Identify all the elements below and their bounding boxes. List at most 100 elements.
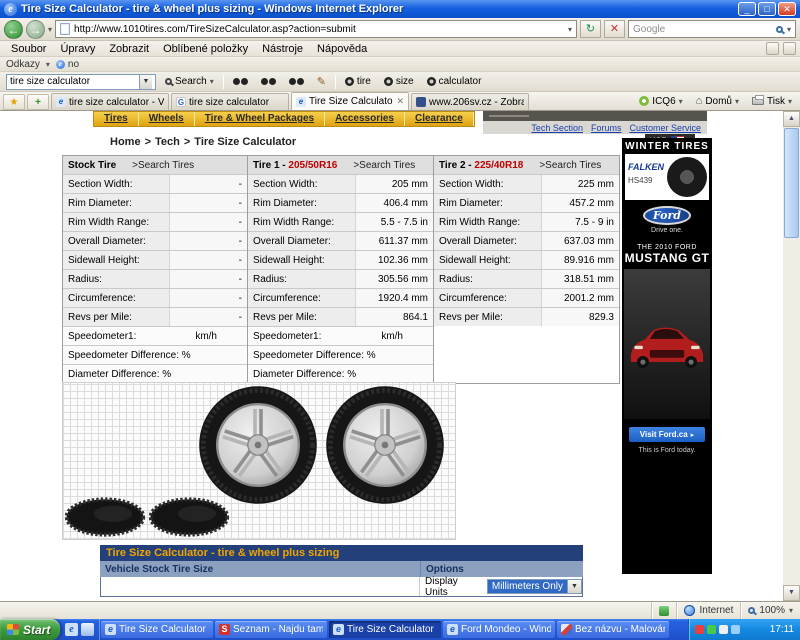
button-label: ICQ6 [652,96,675,107]
close-button[interactable]: ✕ [778,2,796,16]
search-options-icon[interactable]: ▾ [210,77,214,86]
nav-tab-tires[interactable]: Tires [94,112,139,126]
ad-banner[interactable]: WINTER TIRES FALKEN HS439 Ford Drive one… [622,138,712,574]
row-value: 318.51 mm [541,270,619,288]
breadcrumb-tech[interactable]: Tech [155,136,180,148]
table-row: Rim Diameter:- [63,193,247,212]
start-button[interactable]: Start [0,619,60,640]
print-button[interactable]: Tisk ▾ [747,93,797,109]
toolbar-extra-icon[interactable] [783,42,796,55]
toolbar-icon-button[interactable] [229,73,252,90]
search-tires-link[interactable]: >Search Tires [132,160,194,171]
toolbar-size-button[interactable]: size [380,73,418,90]
select-dropdown-icon[interactable]: ▼ [567,580,581,593]
links-dropdown-icon[interactable]: ▾ [46,60,50,69]
vertical-scrollbar[interactable]: ▲ ▼ [783,111,800,601]
taskbar-item[interactable]: e Ford Mondeo - Windo... [443,621,555,638]
toolbar-tire-button[interactable]: tire [341,73,375,90]
address-dropdown-icon[interactable]: ▾ [568,25,572,34]
combo-dropdown-icon[interactable]: ▼ [139,75,152,89]
search-icon[interactable] [776,26,783,33]
search-input[interactable]: Google ▾ [628,20,796,38]
row-label: Radius: [248,270,355,288]
icq-button[interactable]: ICQ6 ▾ [634,93,687,109]
favorites-button[interactable]: ★ [3,94,25,110]
home-button[interactable]: ⌂ Domů ▾ [691,93,744,109]
scroll-down-button[interactable]: ▼ [783,585,800,601]
column-header: Tire 1 - 205/50R16 >Search Tires [248,156,433,174]
forums-link[interactable]: Forums [591,123,622,133]
minimize-button[interactable]: _ [738,2,756,16]
search-tires-link[interactable]: >Search Tires [539,160,601,171]
toolbar-search-button[interactable]: Search ▾ [161,73,218,90]
toolbar-pencil-button[interactable]: ✎ [313,73,330,90]
nav-tab-packages[interactable]: Tire & Wheel Packages [195,112,325,126]
tech-section-link[interactable]: Tech Section [531,123,583,133]
refresh-button[interactable]: ↻ [580,20,601,38]
maximize-button[interactable]: □ [758,2,776,16]
table-row: Circumference:- [63,288,247,307]
table-row: Rim Width Range:5.5 - 7.5 in [248,212,433,231]
toolbar-button-label: calculator [439,76,482,87]
customer-service-link[interactable]: Customer Service [629,123,701,133]
scroll-up-button[interactable]: ▲ [783,111,800,127]
table-row: Sidewall Height:89.916 mm [434,250,619,269]
toolbar-extra-icon[interactable] [766,42,779,55]
tray-icon[interactable] [719,625,728,634]
show-desktop-icon[interactable] [81,623,94,636]
toolbar-icon-button[interactable] [285,73,308,90]
menu-tools[interactable]: Nástroje [255,43,310,55]
row-label: Circumference: [434,289,541,307]
nav-tab-accessories[interactable]: Accessories [325,112,405,126]
tab-tire-size-calculator[interactable]: e Tire Size Calculator - tire ... ✕ [291,92,409,110]
add-favorite-button[interactable]: + [27,94,49,110]
history-dropdown-icon[interactable]: ▾ [48,25,52,34]
tray-icon[interactable] [707,625,716,634]
menu-help[interactable]: Nápověda [310,43,374,55]
winter-tires-header[interactable]: WINTER TIRES [625,138,709,154]
search-dropdown-icon[interactable]: ▾ [787,25,791,34]
visit-ford-button[interactable]: Visit Ford.ca ▸ [629,427,705,442]
forward-button[interactable]: → [26,20,45,39]
tab-206sv[interactable]: www.206sv.cz - Zobrazit té... [411,93,529,110]
menu-edit[interactable]: Úpravy [53,43,102,55]
link-item-label: no [68,59,79,70]
row-label: Speedometer Difference: % [63,346,247,364]
stop-button[interactable]: ✕ [604,20,625,38]
toolbar-calculator-button[interactable]: calculator [423,73,486,90]
menu-file[interactable]: Soubor [4,43,53,55]
falken-brand-label: FALKEN [628,162,664,172]
chevron-down-icon[interactable]: ▾ [789,606,793,615]
link-item-no[interactable]: e no [56,59,79,70]
links-label: Odkazy [6,59,40,70]
menu-view[interactable]: Zobrazit [102,43,156,55]
breadcrumb-home[interactable]: Home [110,136,141,148]
tray-icon[interactable] [731,625,740,634]
taskbar-item[interactable]: S Seznam - Najdu tam... [215,621,327,638]
breadcrumb: Home > Tech > Tire Size Calculator [110,136,296,148]
taskbar-item[interactable]: e Tire Size Calculator - ... [101,621,213,638]
search-tires-link[interactable]: >Search Tires [353,160,415,171]
zoom-control[interactable]: 100% ▾ [740,602,800,619]
nav-tab-wheels[interactable]: Wheels [139,112,195,126]
tab-close-icon[interactable]: ✕ [396,96,404,107]
falken-tire-image[interactable]: FALKEN HS439 [625,154,709,200]
back-button[interactable]: ← [4,20,23,39]
taskbar-item-active[interactable]: e Tire Size Calculator ... [329,621,441,638]
ie-quicklaunch-icon[interactable]: e [65,623,78,636]
nav-tab-clearance[interactable]: Clearance [405,112,474,126]
taskbar: Start e e Tire Size Calculator - ... S S… [0,619,800,640]
taskbar-item[interactable]: Bez názvu - Malování [557,621,669,638]
display-units-select[interactable]: Millimeters Only ▼ [487,579,582,594]
tray-icon[interactable] [695,625,704,634]
row-label: Rim Diameter: [434,194,541,212]
table-row: Section Width:225 mm [434,174,619,193]
address-input[interactable]: http://www.1010tires.com/TireSizeCalcula… [55,20,577,38]
menu-favorites[interactable]: Oblíbené položky [156,43,255,55]
toolbar-search-combo[interactable]: tire size calculator ▼ [6,74,156,90]
toolbar-icon-button[interactable] [257,73,280,90]
scrollbar-thumb[interactable] [784,128,799,238]
tab-google-search[interactable]: G tire size calculator [171,93,289,110]
tab-search-results[interactable]: e tire size calculator - Vyhledat... [51,93,169,110]
diameter-diff-row: Diameter Difference: % [248,364,433,383]
